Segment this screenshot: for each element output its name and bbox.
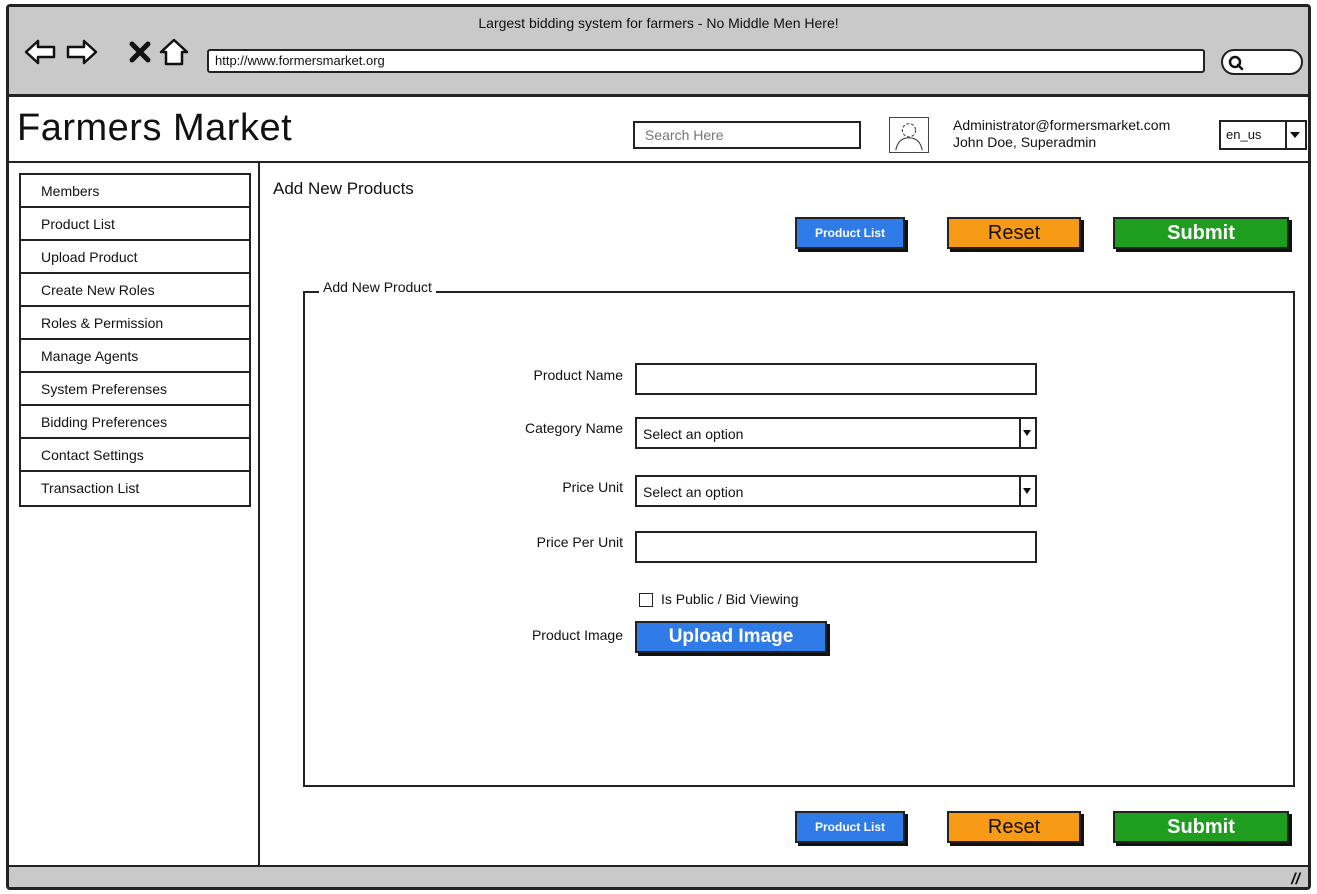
category-select[interactable]: Select an option (635, 417, 1037, 449)
price-per-unit-label: Price Per Unit (536, 534, 623, 550)
sidebar-item-bidding-preferences[interactable]: Bidding Preferences (21, 406, 249, 439)
sidebar-nav: Members Product List Upload Product Crea… (19, 173, 251, 507)
browser-window: Largest bidding system for farmers - No … (6, 4, 1311, 890)
resize-grip-icon[interactable]: // (1291, 871, 1300, 887)
chevron-down-icon (1019, 477, 1035, 505)
product-image-label: Product Image (531, 627, 623, 643)
public-checkbox-label: Is Public / Bid Viewing (661, 591, 799, 607)
sidebar-item-system-preferences[interactable]: System Preferenses (21, 373, 249, 406)
window-title: Largest bidding system for farmers - No … (478, 15, 839, 31)
page-title: Add New Products (273, 179, 414, 198)
home-icon[interactable] (157, 35, 191, 69)
browser-toolbar: Largest bidding system for farmers - No … (9, 7, 1308, 97)
product-list-button-top[interactable]: Product List (795, 217, 905, 249)
price-per-unit-field[interactable] (635, 531, 1037, 563)
category-name-label: Category Name (524, 420, 623, 436)
search-icon (1228, 55, 1244, 71)
user-name: John Doe, Superadmin (953, 134, 1097, 150)
stop-icon[interactable] (123, 35, 157, 69)
sidebar-item-manage-agents[interactable]: Manage Agents (21, 340, 249, 373)
reset-button-bottom[interactable]: Reset (947, 811, 1081, 843)
product-name-label: Product Name (533, 367, 623, 383)
submit-button-bottom[interactable]: Submit (1113, 811, 1289, 843)
app-header: Farmers Market Administrator@formersmark… (9, 97, 1308, 163)
sidebar-item-transaction-list[interactable]: Transaction List (21, 472, 249, 505)
fieldset-legend: Add New Product (319, 279, 436, 295)
sidebar-item-create-new-roles[interactable]: Create New Roles (21, 274, 249, 307)
price-unit-select-value: Select an option (643, 484, 744, 500)
chevron-down-icon (1019, 419, 1035, 447)
browser-search-button[interactable] (1221, 49, 1303, 75)
status-bar: // (9, 865, 1308, 887)
sidebar-divider (258, 163, 260, 867)
submit-button-top[interactable]: Submit (1113, 217, 1289, 249)
sidebar-item-roles-permission[interactable]: Roles & Permission (21, 307, 249, 340)
price-unit-select[interactable]: Select an option (635, 475, 1037, 507)
category-select-value: Select an option (643, 426, 744, 442)
product-name-field[interactable] (635, 363, 1037, 395)
search-input[interactable] (633, 121, 861, 149)
chevron-down-icon (1285, 122, 1305, 148)
sidebar-item-product-list[interactable]: Product List (21, 208, 249, 241)
avatar-icon (889, 117, 929, 153)
app-title: Farmers Market (17, 107, 293, 149)
product-list-button-bottom[interactable]: Product List (795, 811, 905, 843)
forward-arrow-icon[interactable] (65, 35, 99, 69)
reset-button-top[interactable]: Reset (947, 217, 1081, 249)
sidebar-item-upload-product[interactable]: Upload Product (21, 241, 249, 274)
public-checkbox[interactable] (639, 593, 653, 607)
upload-image-button[interactable]: Upload Image (635, 621, 827, 653)
address-bar[interactable]: http://www.formersmarket.org (207, 49, 1205, 73)
language-select[interactable]: en_us (1219, 120, 1307, 150)
user-email: Administrator@formersmarket.com (953, 117, 1171, 133)
back-arrow-icon[interactable] (23, 35, 57, 69)
price-unit-label: Price Unit (562, 479, 623, 495)
sidebar-item-members[interactable]: Members (21, 175, 249, 208)
sidebar-item-contact-settings[interactable]: Contact Settings (21, 439, 249, 472)
language-value: en_us (1226, 127, 1262, 142)
